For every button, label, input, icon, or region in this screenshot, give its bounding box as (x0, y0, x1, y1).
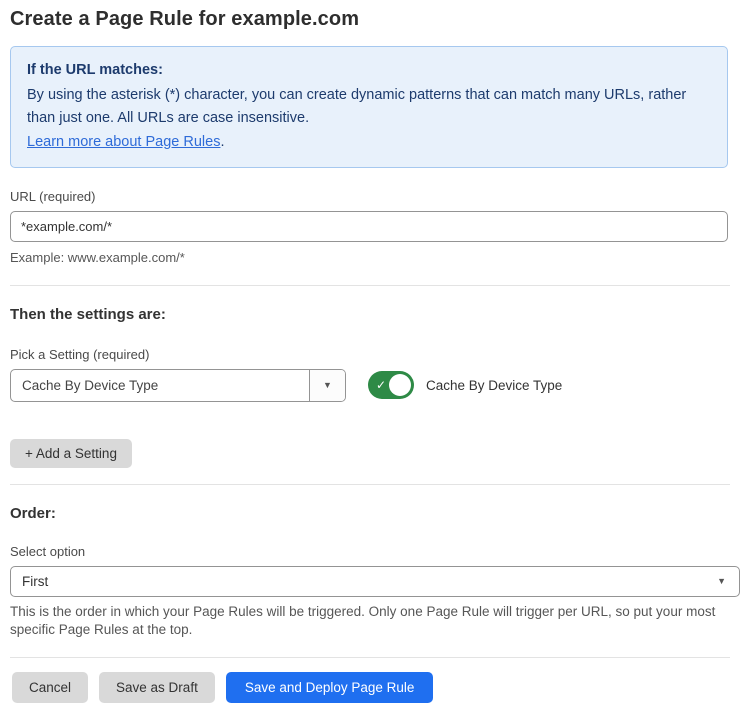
setting-toggle[interactable]: ✓ (368, 371, 414, 399)
toggle-label: Cache By Device Type (426, 378, 562, 393)
setting-row: Cache By Device Type ▼ ✓ Cache By Device… (10, 369, 740, 402)
order-select[interactable]: First ▼ (10, 566, 740, 597)
pick-setting-label: Pick a Setting (required) (10, 347, 740, 362)
order-section-heading: Order: (10, 505, 740, 522)
url-match-info-box: If the URL matches: By using the asteris… (10, 46, 728, 168)
setting-select[interactable]: Cache By Device Type ▼ (10, 369, 346, 402)
info-box-body: By using the asterisk (*) character, you… (27, 84, 711, 154)
chevron-down-icon: ▼ (717, 576, 739, 586)
info-box-heading: If the URL matches: (27, 59, 711, 82)
order-select-label: Select option (10, 544, 740, 559)
divider (10, 285, 730, 286)
setting-select-value: Cache By Device Type (11, 378, 158, 393)
add-setting-button[interactable]: + Add a Setting (10, 439, 132, 468)
page-rule-form: Create a Page Rule for example.com If th… (0, 0, 750, 703)
divider (10, 657, 730, 658)
check-icon: ✓ (376, 379, 386, 391)
settings-section-heading: Then the settings are: (10, 306, 740, 323)
link-period: . (220, 134, 224, 150)
url-example-helper: Example: www.example.com/* (10, 249, 740, 268)
info-box-body-text: By using the asterisk (*) character, you… (27, 87, 686, 126)
divider (10, 484, 730, 485)
url-field-label: URL (required) (10, 189, 740, 204)
page-title: Create a Page Rule for example.com (10, 8, 740, 31)
chevron-down-icon[interactable]: ▼ (309, 370, 345, 401)
learn-more-link[interactable]: Learn more about Page Rules (27, 134, 220, 150)
order-select-value: First (11, 574, 48, 589)
order-helper-text: This is the order in which your Page Rul… (10, 603, 740, 639)
url-input[interactable] (10, 211, 728, 242)
toggle-knob (389, 374, 411, 396)
